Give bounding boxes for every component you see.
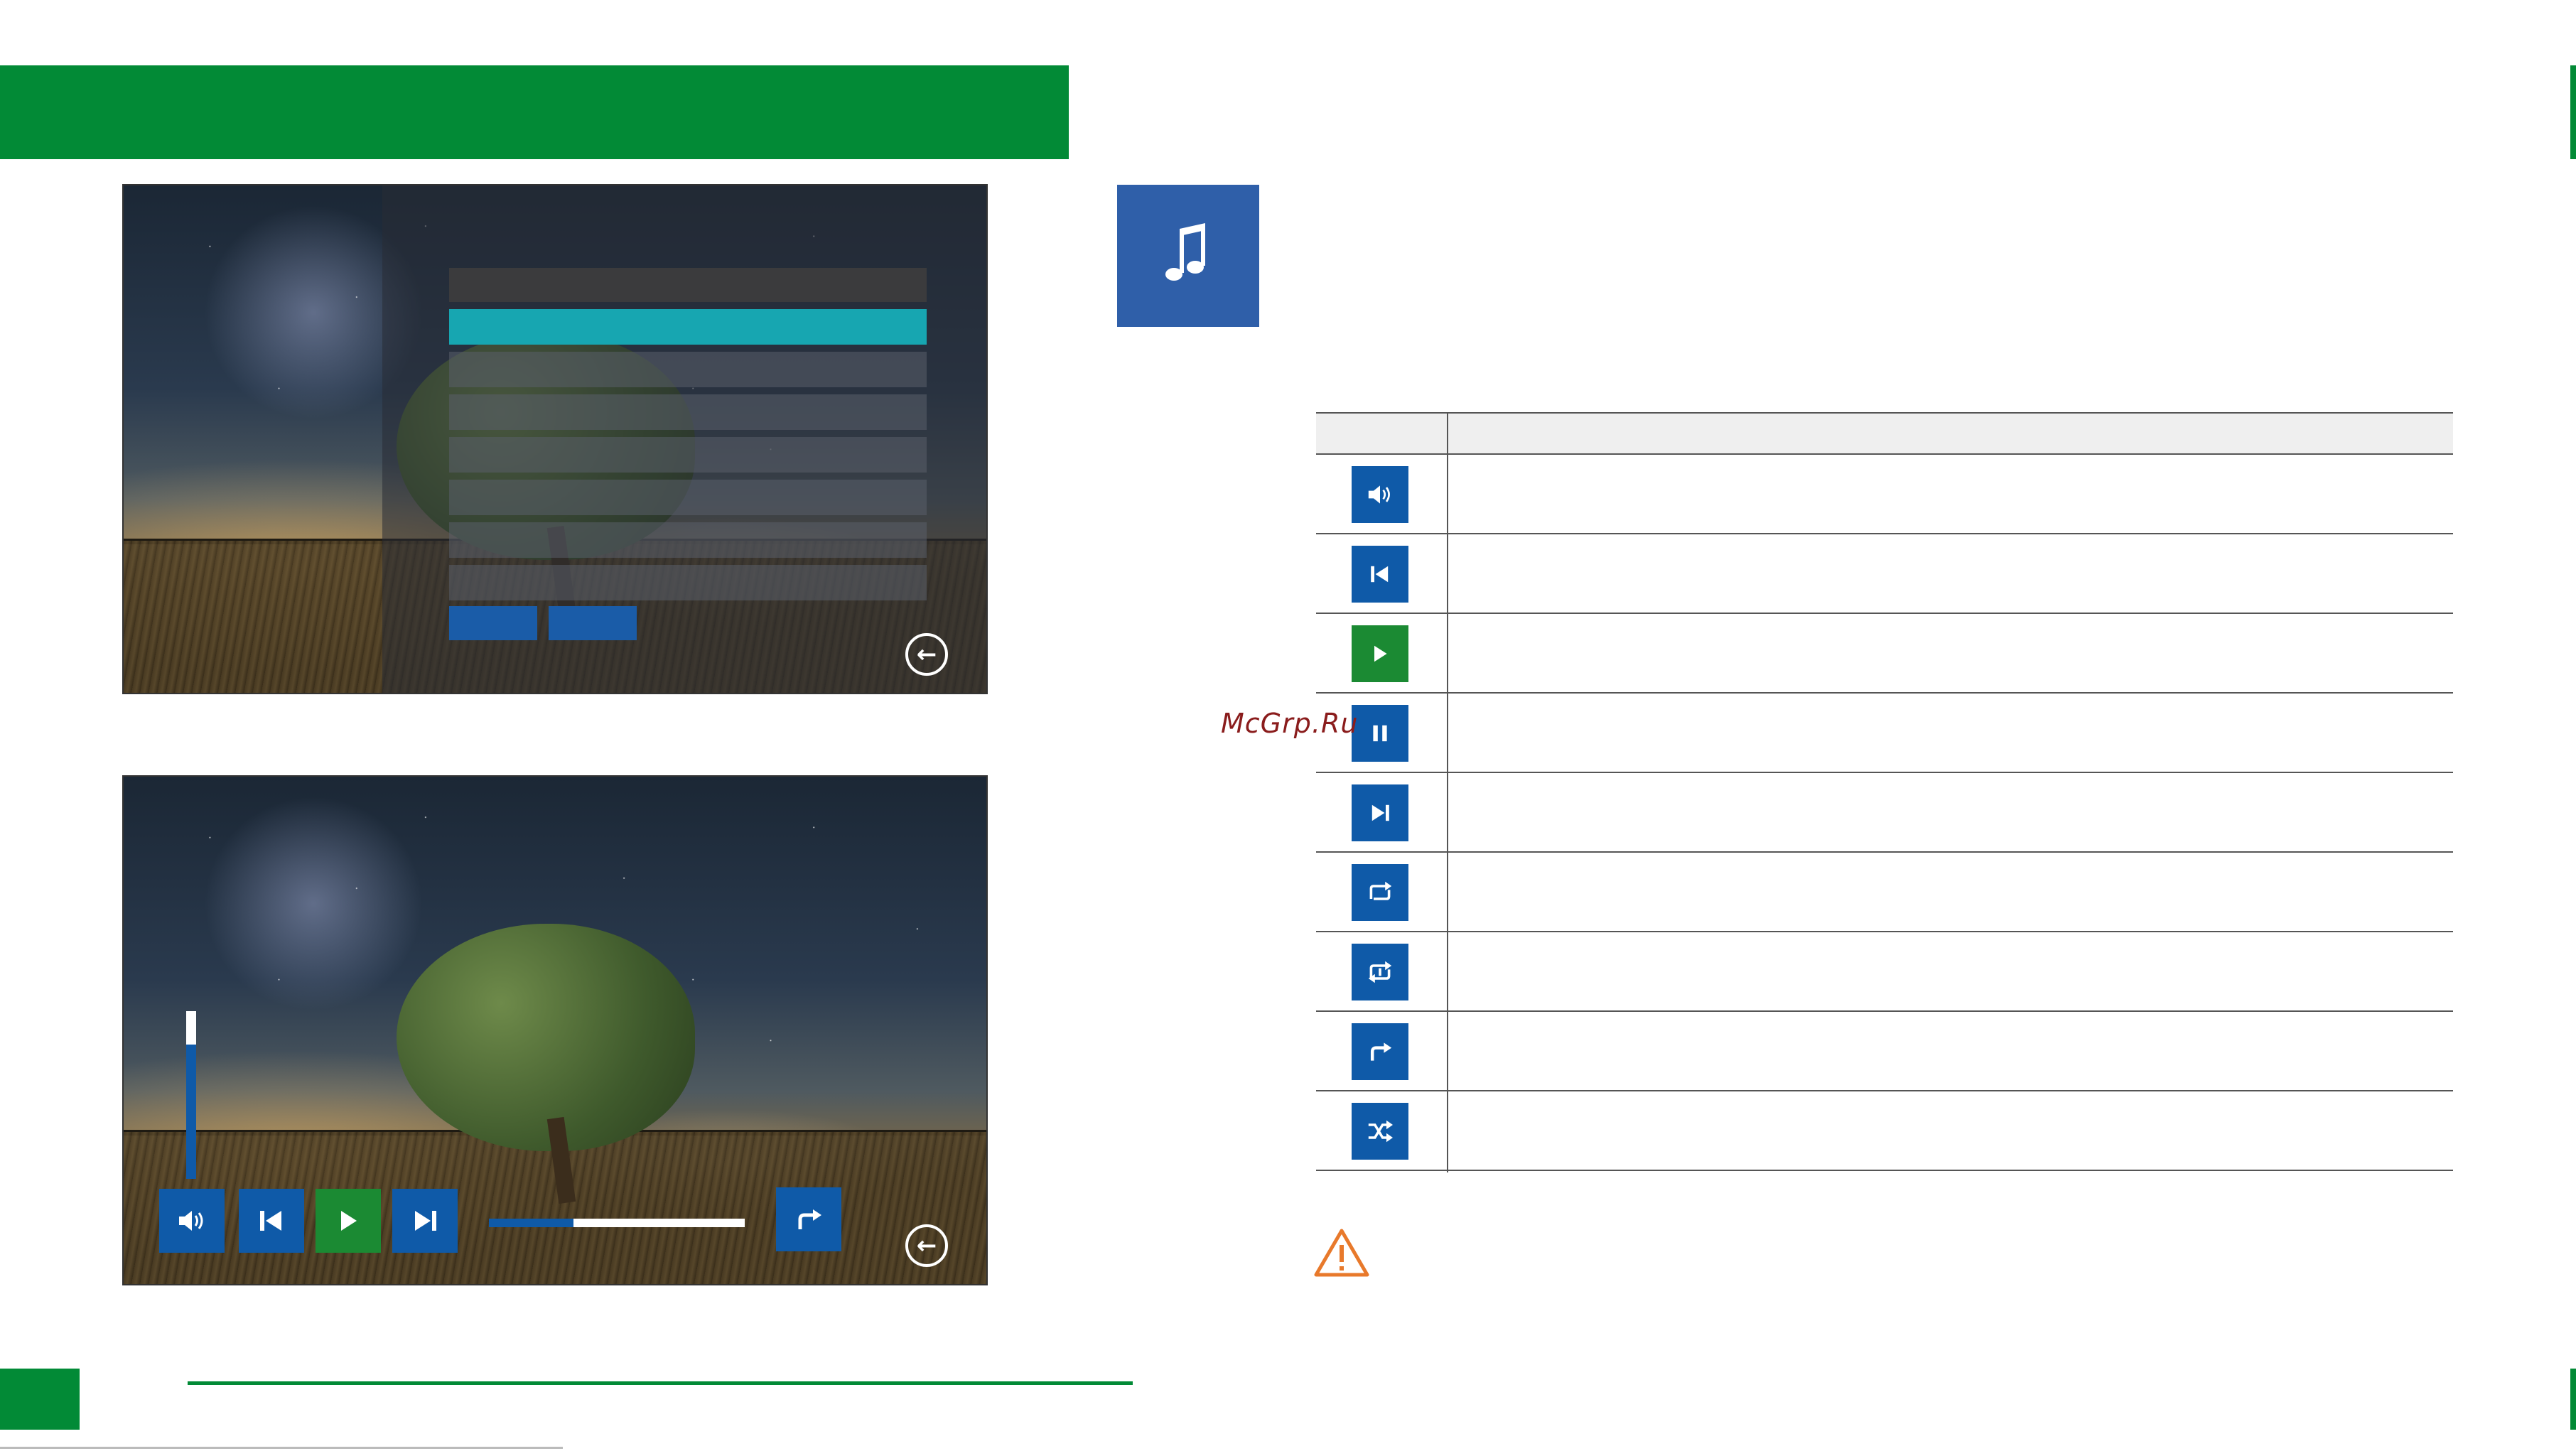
volume-button[interactable] <box>159 1189 225 1253</box>
back-arrow-icon[interactable]: ← <box>905 1224 948 1267</box>
file-list-item[interactable] <box>449 565 927 600</box>
file-list-header <box>449 268 927 302</box>
table-row <box>1316 1091 2453 1171</box>
play-button[interactable] <box>316 1189 381 1253</box>
next-track-button[interactable] <box>392 1189 458 1253</box>
next-track-icon <box>415 1211 436 1231</box>
file-list-item[interactable] <box>449 352 927 387</box>
music-tile <box>1117 185 1259 327</box>
previous-track-icon <box>1352 546 1408 603</box>
warning-triangle-icon <box>1313 1228 1370 1280</box>
repeat-one-icon <box>1352 944 1408 1000</box>
screenshot-file-list: ← <box>122 184 988 694</box>
shuffle-icon <box>1352 1103 1408 1160</box>
screenshot-player: ← <box>122 775 988 1285</box>
bottom-rule <box>0 1447 563 1449</box>
back-arrow-icon[interactable]: ← <box>905 633 948 676</box>
table-row <box>1316 1012 2453 1091</box>
forward-share-icon <box>1352 1023 1408 1080</box>
next-track-icon <box>1352 784 1408 841</box>
watermark-text: McGrp.Ru <box>1221 708 1359 739</box>
menu-button-left[interactable] <box>449 606 537 640</box>
pause-icon <box>1352 705 1408 762</box>
table-row <box>1316 614 2453 694</box>
table-header <box>1316 412 2453 455</box>
table-row <box>1316 455 2453 534</box>
edge-mark-bottom <box>2570 1369 2576 1430</box>
forward-share-button[interactable] <box>776 1187 841 1251</box>
table-row <box>1316 773 2453 853</box>
volume-icon <box>179 1211 203 1231</box>
volume-icon <box>1352 466 1408 523</box>
previous-track-button[interactable] <box>239 1189 304 1253</box>
previous-track-icon <box>260 1211 281 1231</box>
table-row <box>1316 694 2453 773</box>
volume-slider-fill <box>186 1045 196 1179</box>
table-row <box>1316 932 2453 1012</box>
edge-mark-top <box>2570 65 2576 159</box>
play-icon <box>1352 625 1408 682</box>
file-list-item[interactable] <box>449 480 927 515</box>
repeat-all-icon <box>1352 864 1408 921</box>
forward-share-icon <box>798 1209 821 1229</box>
file-list-item[interactable] <box>449 437 927 473</box>
page-number-tab <box>0 1369 80 1430</box>
file-list-item[interactable] <box>449 522 927 558</box>
menu-button-right[interactable] <box>549 606 637 640</box>
music-note-icon <box>1165 223 1205 281</box>
header-bar <box>0 65 1069 159</box>
table-row <box>1316 853 2453 932</box>
progress-bar-fill <box>489 1219 573 1227</box>
footer-rule <box>188 1381 1133 1385</box>
file-list-item-selected[interactable] <box>449 309 927 345</box>
file-list-item[interactable] <box>449 394 927 430</box>
table-row <box>1316 534 2453 614</box>
volume-slider[interactable] <box>186 1011 196 1179</box>
progress-bar[interactable] <box>489 1219 745 1227</box>
play-icon <box>341 1211 357 1231</box>
